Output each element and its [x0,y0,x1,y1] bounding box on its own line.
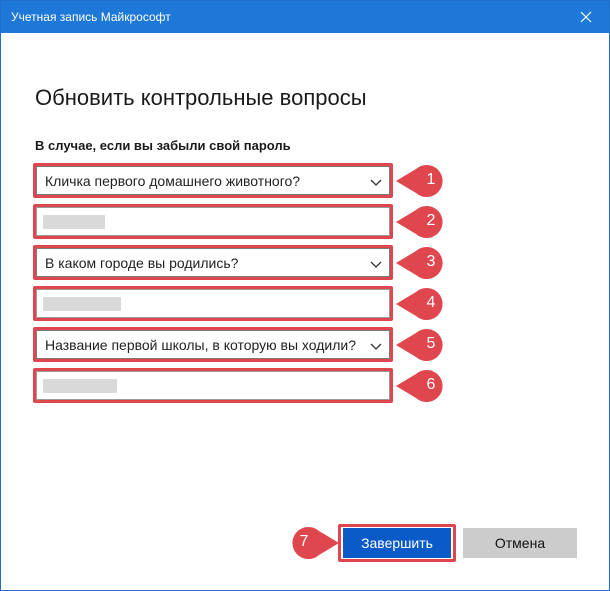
page-title: Обновить контрольные вопросы [35,85,367,110]
security-question-2-value: В каком городе вы родились? [45,255,239,271]
window-title: Учетная запись Майкрософт [11,10,171,24]
annotation-number: 7 [299,533,309,550]
annotation-marker-1: 1 [394,164,452,198]
security-question-3-value: Название первой школы, в которую вы ходи… [45,337,357,353]
annotation-number: 2 [426,212,436,229]
cancel-button[interactable]: Отмена [463,528,577,558]
annotation-marker-4: 4 [394,287,452,321]
annotation-marker-6: 6 [394,369,452,403]
annotation-number: 5 [426,335,436,352]
annotation-marker-3: 3 [394,246,452,280]
security-answer-3-input[interactable] [35,370,391,401]
redacted-answer [43,215,105,229]
dialog-window: Учетная запись Майкрософт Обновить контр… [0,0,610,591]
security-answer-2-input[interactable] [35,288,391,319]
annotation-marker-2: 2 [394,205,452,239]
chevron-down-icon [370,343,382,350]
annotation-marker-5: 5 [394,328,452,362]
section-subtitle: В случае, если вы забыли свой пароль [35,138,291,153]
redacted-answer [43,297,121,311]
security-question-1-value: Кличка первого домашнего животного? [45,173,301,189]
security-question-2-select[interactable]: В каком городе вы родились? [35,247,391,278]
close-button[interactable] [563,1,609,33]
annotation-number: 1 [426,171,436,188]
annotation-highlight-7 [338,524,456,562]
annotation-number: 3 [426,253,436,270]
chevron-down-icon [370,261,382,268]
annotation-number: 6 [426,376,436,393]
title-bar: Учетная запись Майкрософт [1,1,609,33]
annotation-marker-7: 7 [283,526,341,560]
chevron-down-icon [370,179,382,186]
security-question-1-select[interactable]: Кличка первого домашнего животного? [35,165,391,196]
security-answer-1-input[interactable] [35,206,391,237]
close-icon [580,11,592,23]
security-question-3-select[interactable]: Название первой школы, в которую вы ходи… [35,329,391,360]
redacted-answer [43,379,117,393]
annotation-number: 4 [426,294,436,311]
